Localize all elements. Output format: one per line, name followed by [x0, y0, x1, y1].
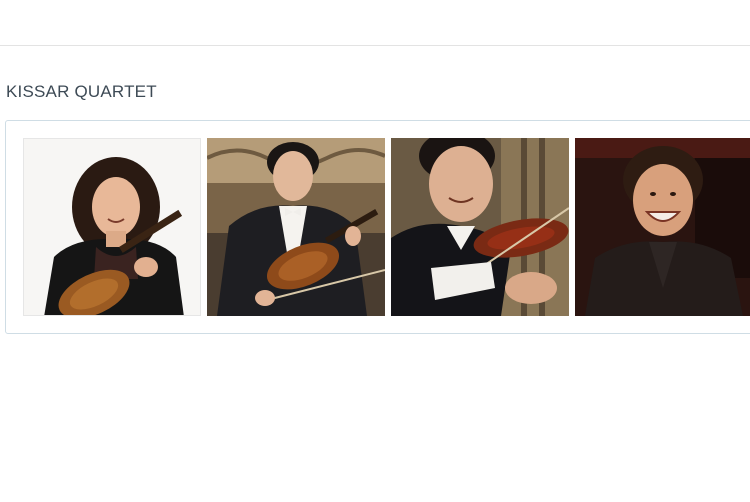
member-photo-2[interactable]	[207, 138, 385, 316]
portrait-musician-man-smiling-icon	[575, 138, 750, 316]
gallery-panel	[5, 120, 750, 334]
member-photo-4[interactable]	[575, 138, 750, 316]
member-photo-3[interactable]	[391, 138, 569, 316]
portrait-violinist-man-closeup-icon	[391, 138, 569, 316]
top-bar	[0, 0, 750, 46]
portrait-violinist-man-formal-icon	[207, 138, 385, 316]
section-title: KISSAR QUARTET	[6, 82, 157, 101]
portrait-violinist-woman-icon	[24, 139, 200, 315]
member-photo-1[interactable]	[23, 138, 201, 316]
